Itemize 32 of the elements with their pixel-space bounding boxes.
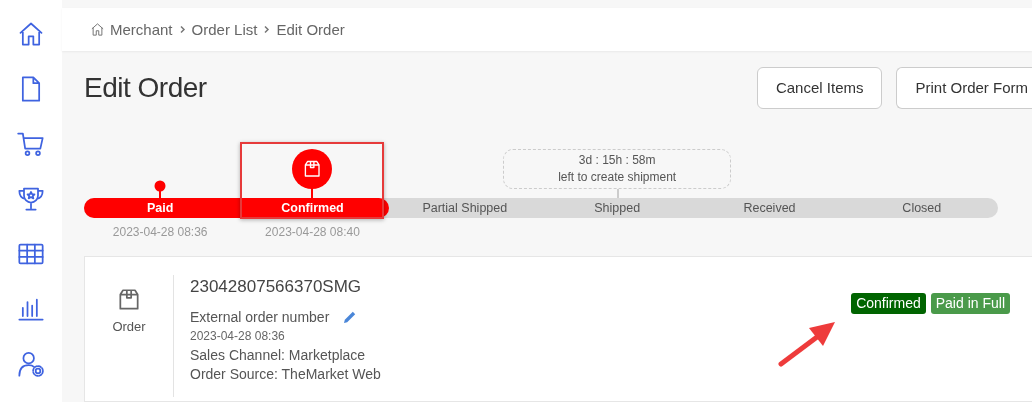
step-label: Partial Shipped <box>421 199 509 216</box>
countdown-note: left to create shipment <box>558 168 677 186</box>
order-date: 2023-04-28 08:36 <box>190 327 286 345</box>
step-label: Closed <box>901 199 943 216</box>
breadcrumb-item[interactable]: Order List <box>191 20 258 38</box>
countdown-time: 3d : 15h : 58m <box>578 151 656 169</box>
breadcrumb-item: Edit Order <box>276 20 345 38</box>
step-label: Received <box>742 199 797 216</box>
order-type-label: Order <box>112 318 146 334</box>
step-label: Paid <box>145 199 175 216</box>
cancel-items-button[interactable]: Cancel Items <box>756 66 883 109</box>
step-date: 2023-04-28 08:40 <box>264 224 361 239</box>
status-badge: Confirmed <box>851 292 926 314</box>
home-icon[interactable] <box>90 21 105 37</box>
order-info: Sales Channel: Marketplace <box>190 345 367 365</box>
step-date: 2023-04-28 08:36 <box>111 224 209 239</box>
step-label: Shipped <box>593 199 642 216</box>
breadcrumb-item[interactable]: Merchant <box>110 20 173 38</box>
box-icon <box>116 286 142 313</box>
pencil-icon[interactable] <box>343 310 358 325</box>
chevron-icon <box>262 24 272 34</box>
home-icon[interactable] <box>17 20 45 48</box>
step-label: Confirmed <box>280 199 345 216</box>
page-title: Edit Order <box>84 71 208 104</box>
print-button[interactable]: Print Order Form <box>896 66 1032 109</box>
order-number: 23042807566370SMG <box>190 276 363 296</box>
external-order-label: External order number <box>190 307 330 327</box>
status-badge: Paid in Full <box>930 292 1010 314</box>
cart-icon[interactable] <box>17 130 45 158</box>
user-settings-icon[interactable] <box>17 350 45 378</box>
trophy-icon[interactable] <box>17 185 45 213</box>
order-info: Order Source: TheMarket Web <box>190 364 382 384</box>
